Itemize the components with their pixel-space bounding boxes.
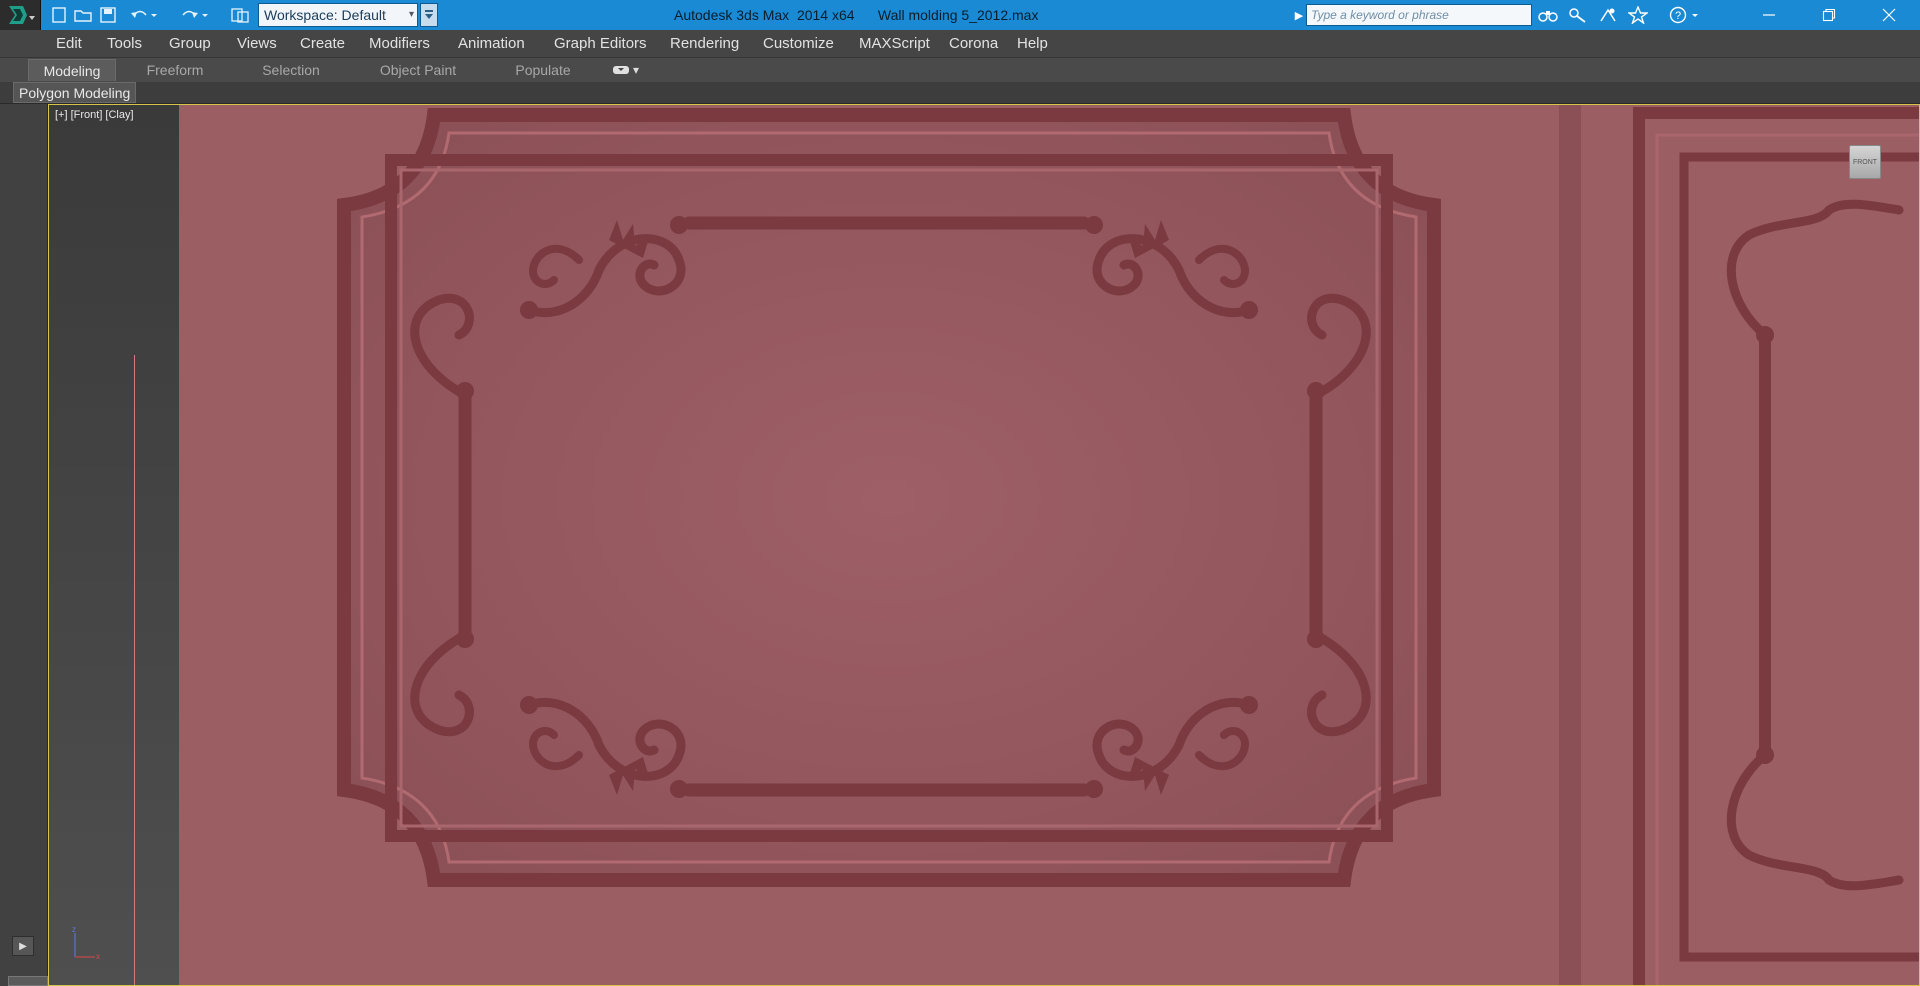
menu-bar: Edit Tools Group Views Create Modifiers … (0, 30, 1920, 58)
menu-rendering[interactable]: Rendering (670, 30, 739, 57)
menu-modifiers[interactable]: Modifiers (369, 30, 430, 57)
app-logo-icon (9, 6, 35, 24)
menu-arrow-icon (425, 10, 433, 19)
favorites-star-icon[interactable] (1625, 4, 1651, 26)
left-command-strip (0, 104, 48, 986)
search-input[interactable]: Type a keyword or phrase (1306, 4, 1532, 26)
bottom-tab[interactable] (8, 976, 48, 986)
communication-center-icon[interactable] (1595, 4, 1621, 26)
axis-z-label: z (72, 925, 76, 934)
restore-icon[interactable] (1800, 0, 1858, 30)
menu-maxscript[interactable]: MAXScript (859, 30, 930, 57)
ribbon-tab-bar: Modeling Freeform Selection Object Paint… (0, 58, 1920, 82)
project-folder-icon[interactable] (228, 3, 254, 27)
workspace-label: Workspace: Default (264, 7, 386, 23)
search-expand-icon[interactable]: ▶ (1293, 4, 1305, 26)
axis-tripod-icon: z x (72, 925, 100, 961)
menu-graph-editors[interactable]: Graph Editors (554, 30, 647, 57)
customize-quick-access-button[interactable] (420, 3, 438, 27)
play-icon[interactable]: ▶ (12, 936, 34, 956)
tab-freeform[interactable]: Freeform (130, 59, 220, 81)
polygon-modeling-panel-button[interactable]: Polygon Modeling (13, 82, 137, 103)
workspace-dropdown[interactable]: Workspace: Default ▾ (258, 3, 418, 27)
chevron-down-icon: ▾ (633, 63, 640, 77)
outer-molding-frame (337, 108, 1441, 887)
menu-tools[interactable]: Tools (107, 30, 142, 57)
open-file-icon[interactable] (72, 3, 94, 27)
viewport-label[interactable]: [+] [Front] [Clay] (55, 109, 134, 121)
menu-corona[interactable]: Corona (949, 30, 998, 57)
front-viewport[interactable]: [+] [Front] [Clay] FRONT z x (48, 104, 1920, 986)
tab-object-paint[interactable]: Object Paint (368, 59, 468, 81)
viewport-guide-line (134, 355, 135, 985)
menu-create[interactable]: Create (300, 30, 345, 57)
menu-views[interactable]: Views (237, 30, 277, 57)
ribbon-options-dropdown[interactable]: ▾ (612, 62, 642, 78)
minimize-icon[interactable] (1740, 0, 1798, 30)
menu-edit[interactable]: Edit (56, 30, 82, 57)
window-title: Autodesk 3ds Max 2014 x64 Wall molding 5… (674, 7, 1039, 23)
menu-customize[interactable]: Customize (763, 30, 834, 57)
viewport-dark-region (49, 105, 179, 985)
application-menu-button[interactable] (0, 0, 41, 30)
viewcube[interactable]: FRONT (1849, 145, 1881, 179)
undo-icon[interactable] (128, 3, 158, 27)
tab-populate[interactable]: Populate (498, 59, 588, 81)
ribbon-panel (0, 82, 1920, 104)
new-file-icon[interactable] (48, 3, 70, 27)
title-bar: Workspace: Default ▾ Autodesk 3ds Max 20… (0, 0, 1920, 30)
save-file-icon[interactable] (97, 3, 119, 27)
panel-gap-shadow (1559, 105, 1581, 985)
svg-text:?: ? (1675, 10, 1681, 22)
menu-help[interactable]: Help (1017, 30, 1048, 57)
chevron-down-icon: ▾ (408, 9, 414, 20)
redo-icon[interactable] (179, 3, 209, 27)
axis-x-label: x (96, 952, 100, 961)
tab-selection[interactable]: Selection (246, 59, 336, 81)
help-icon[interactable]: ? (1668, 4, 1704, 26)
menu-group[interactable]: Group (169, 30, 211, 57)
close-icon[interactable] (1860, 0, 1918, 30)
ribbon-toggle-icon (613, 66, 629, 74)
tab-modeling[interactable]: Modeling (28, 59, 116, 81)
binoculars-icon[interactable] (1535, 4, 1561, 26)
menu-animation[interactable]: Animation (458, 30, 525, 57)
wall-molding-render (179, 105, 1919, 985)
subscription-key-icon[interactable] (1565, 4, 1591, 26)
